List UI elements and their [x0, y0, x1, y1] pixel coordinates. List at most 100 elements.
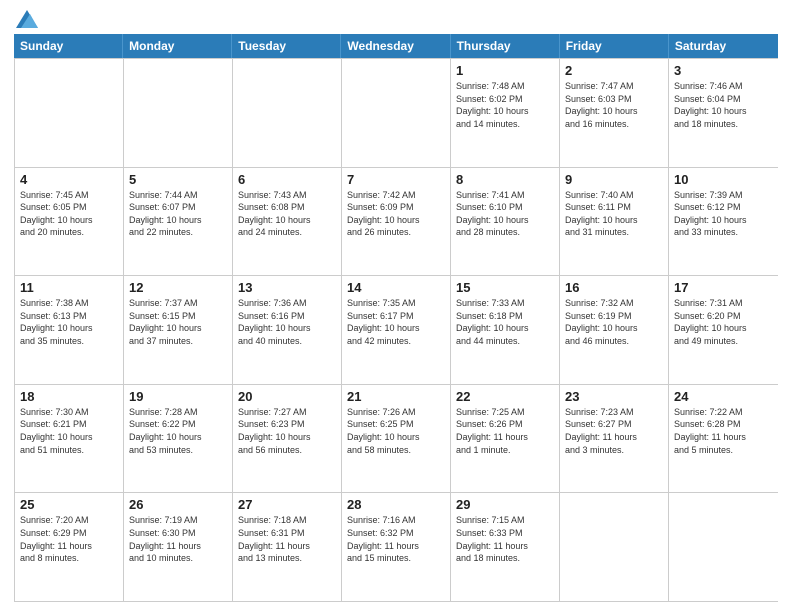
calendar-cell: 20 Sunrise: 7:27 AM Sunset: 6:23 PM Dayli… [233, 385, 342, 493]
day-number: 10 [674, 172, 773, 187]
calendar-cell [233, 59, 342, 167]
calendar-cell: 15 Sunrise: 7:33 AM Sunset: 6:18 PM Dayli… [451, 276, 560, 384]
calendar: SundayMondayTuesdayWednesdayThursdayFrid… [14, 34, 778, 602]
day-number: 8 [456, 172, 554, 187]
calendar-cell: 21Sunrise: 7:26 AM Sunset: 6:25 PM Dayli… [342, 385, 451, 493]
day-number: 5 [129, 172, 227, 187]
calendar-cell: 13 Sunrise: 7:36 AM Sunset: 6:16 PM Dayli… [233, 276, 342, 384]
calendar-row-3: 11 Sunrise: 7:38 AM Sunset: 6:13 PM Dayli… [15, 275, 778, 384]
day-number: 23 [565, 389, 663, 404]
calendar-cell: 17 Sunrise: 7:31 AM Sunset: 6:20 PM Dayli… [669, 276, 778, 384]
calendar-cell: 5 Sunrise: 7:44 AM Sunset: 6:07 PM Daylig… [124, 168, 233, 276]
calendar-cell: 24Sunrise: 7:22 AM Sunset: 6:28 PM Dayli… [669, 385, 778, 493]
day-number: 19 [129, 389, 227, 404]
day-number: 11 [20, 280, 118, 295]
day-info: Sunrise: 7:43 AM Sunset: 6:08 PM Dayligh… [238, 189, 336, 239]
calendar-cell [124, 59, 233, 167]
day-info: Sunrise: 7:40 AM Sunset: 6:11 PM Dayligh… [565, 189, 663, 239]
calendar-cell: 11 Sunrise: 7:38 AM Sunset: 6:13 PM Dayli… [15, 276, 124, 384]
calendar-body: 1Sunrise: 7:48 AM Sunset: 6:02 PM Daylig… [14, 58, 778, 602]
day-info: Sunrise: 7:19 AM Sunset: 6:30 PM Dayligh… [129, 514, 227, 564]
calendar-cell: 4 Sunrise: 7:45 AM Sunset: 6:05 PM Daylig… [15, 168, 124, 276]
day-info: Sunrise: 7:25 AM Sunset: 6:26 PM Dayligh… [456, 406, 554, 456]
day-info: Sunrise: 7:45 AM Sunset: 6:05 PM Dayligh… [20, 189, 118, 239]
day-number: 9 [565, 172, 663, 187]
header-cell-wednesday: Wednesday [341, 34, 450, 58]
day-number: 22 [456, 389, 554, 404]
day-info: Sunrise: 7:38 AM Sunset: 6:13 PM Dayligh… [20, 297, 118, 347]
calendar-cell: 22 Sunrise: 7:25 AM Sunset: 6:26 PM Dayli… [451, 385, 560, 493]
day-info: Sunrise: 7:32 AM Sunset: 6:19 PM Dayligh… [565, 297, 663, 347]
day-info: Sunrise: 7:23 AM Sunset: 6:27 PM Dayligh… [565, 406, 663, 456]
calendar-cell: 14Sunrise: 7:35 AM Sunset: 6:17 PM Dayli… [342, 276, 451, 384]
day-number: 13 [238, 280, 336, 295]
day-number: 15 [456, 280, 554, 295]
calendar-cell: 28Sunrise: 7:16 AM Sunset: 6:32 PM Dayli… [342, 493, 451, 601]
calendar-row-1: 1Sunrise: 7:48 AM Sunset: 6:02 PM Daylig… [15, 58, 778, 167]
day-number: 4 [20, 172, 118, 187]
day-info: Sunrise: 7:27 AM Sunset: 6:23 PM Dayligh… [238, 406, 336, 456]
calendar-header: SundayMondayTuesdayWednesdayThursdayFrid… [14, 34, 778, 58]
day-info: Sunrise: 7:44 AM Sunset: 6:07 PM Dayligh… [129, 189, 227, 239]
calendar-cell: 7 Sunrise: 7:42 AM Sunset: 6:09 PM Daylig… [342, 168, 451, 276]
calendar-row-4: 18Sunrise: 7:30 AM Sunset: 6:21 PM Dayli… [15, 384, 778, 493]
calendar-cell: 19 Sunrise: 7:28 AM Sunset: 6:22 PM Dayli… [124, 385, 233, 493]
calendar-cell: 23 Sunrise: 7:23 AM Sunset: 6:27 PM Dayli… [560, 385, 669, 493]
day-info: Sunrise: 7:41 AM Sunset: 6:10 PM Dayligh… [456, 189, 554, 239]
header-cell-sunday: Sunday [14, 34, 123, 58]
page: SundayMondayTuesdayWednesdayThursdayFrid… [0, 0, 792, 612]
day-number: 25 [20, 497, 118, 512]
calendar-cell [669, 493, 778, 601]
day-info: Sunrise: 7:28 AM Sunset: 6:22 PM Dayligh… [129, 406, 227, 456]
day-number: 7 [347, 172, 445, 187]
calendar-cell: 26 Sunrise: 7:19 AM Sunset: 6:30 PM Dayli… [124, 493, 233, 601]
logo [14, 10, 38, 28]
day-info: Sunrise: 7:39 AM Sunset: 6:12 PM Dayligh… [674, 189, 773, 239]
header-cell-saturday: Saturday [669, 34, 778, 58]
calendar-cell [15, 59, 124, 167]
day-info: Sunrise: 7:31 AM Sunset: 6:20 PM Dayligh… [674, 297, 773, 347]
day-number: 12 [129, 280, 227, 295]
day-number: 21 [347, 389, 445, 404]
calendar-cell: 6 Sunrise: 7:43 AM Sunset: 6:08 PM Daylig… [233, 168, 342, 276]
day-info: Sunrise: 7:42 AM Sunset: 6:09 PM Dayligh… [347, 189, 445, 239]
day-info: Sunrise: 7:15 AM Sunset: 6:33 PM Dayligh… [456, 514, 554, 564]
day-number: 16 [565, 280, 663, 295]
day-info: Sunrise: 7:35 AM Sunset: 6:17 PM Dayligh… [347, 297, 445, 347]
header-cell-tuesday: Tuesday [232, 34, 341, 58]
day-info: Sunrise: 7:22 AM Sunset: 6:28 PM Dayligh… [674, 406, 773, 456]
day-info: Sunrise: 7:47 AM Sunset: 6:03 PM Dayligh… [565, 80, 663, 130]
day-number: 6 [238, 172, 336, 187]
calendar-row-2: 4 Sunrise: 7:45 AM Sunset: 6:05 PM Daylig… [15, 167, 778, 276]
calendar-cell: 12Sunrise: 7:37 AM Sunset: 6:15 PM Dayli… [124, 276, 233, 384]
day-number: 2 [565, 63, 663, 78]
day-info: Sunrise: 7:33 AM Sunset: 6:18 PM Dayligh… [456, 297, 554, 347]
calendar-cell: 8 Sunrise: 7:41 AM Sunset: 6:10 PM Daylig… [451, 168, 560, 276]
header [14, 10, 778, 28]
day-number: 26 [129, 497, 227, 512]
calendar-cell: 27Sunrise: 7:18 AM Sunset: 6:31 PM Dayli… [233, 493, 342, 601]
calendar-cell: 16 Sunrise: 7:32 AM Sunset: 6:19 PM Dayli… [560, 276, 669, 384]
calendar-cell: 2 Sunrise: 7:47 AM Sunset: 6:03 PM Daylig… [560, 59, 669, 167]
logo-icon [16, 10, 38, 28]
header-cell-friday: Friday [560, 34, 669, 58]
day-info: Sunrise: 7:36 AM Sunset: 6:16 PM Dayligh… [238, 297, 336, 347]
day-number: 29 [456, 497, 554, 512]
calendar-cell [342, 59, 451, 167]
calendar-cell: 3Sunrise: 7:46 AM Sunset: 6:04 PM Daylig… [669, 59, 778, 167]
day-number: 20 [238, 389, 336, 404]
header-cell-monday: Monday [123, 34, 232, 58]
calendar-cell: 1Sunrise: 7:48 AM Sunset: 6:02 PM Daylig… [451, 59, 560, 167]
day-info: Sunrise: 7:18 AM Sunset: 6:31 PM Dayligh… [238, 514, 336, 564]
calendar-cell: 10 Sunrise: 7:39 AM Sunset: 6:12 PM Dayli… [669, 168, 778, 276]
day-number: 28 [347, 497, 445, 512]
calendar-row-5: 25 Sunrise: 7:20 AM Sunset: 6:29 PM Dayli… [15, 492, 778, 601]
day-info: Sunrise: 7:30 AM Sunset: 6:21 PM Dayligh… [20, 406, 118, 456]
day-info: Sunrise: 7:46 AM Sunset: 6:04 PM Dayligh… [674, 80, 773, 130]
day-info: Sunrise: 7:20 AM Sunset: 6:29 PM Dayligh… [20, 514, 118, 564]
calendar-cell: 29 Sunrise: 7:15 AM Sunset: 6:33 PM Dayli… [451, 493, 560, 601]
calendar-cell [560, 493, 669, 601]
calendar-cell: 18Sunrise: 7:30 AM Sunset: 6:21 PM Dayli… [15, 385, 124, 493]
header-cell-thursday: Thursday [451, 34, 560, 58]
day-number: 17 [674, 280, 773, 295]
